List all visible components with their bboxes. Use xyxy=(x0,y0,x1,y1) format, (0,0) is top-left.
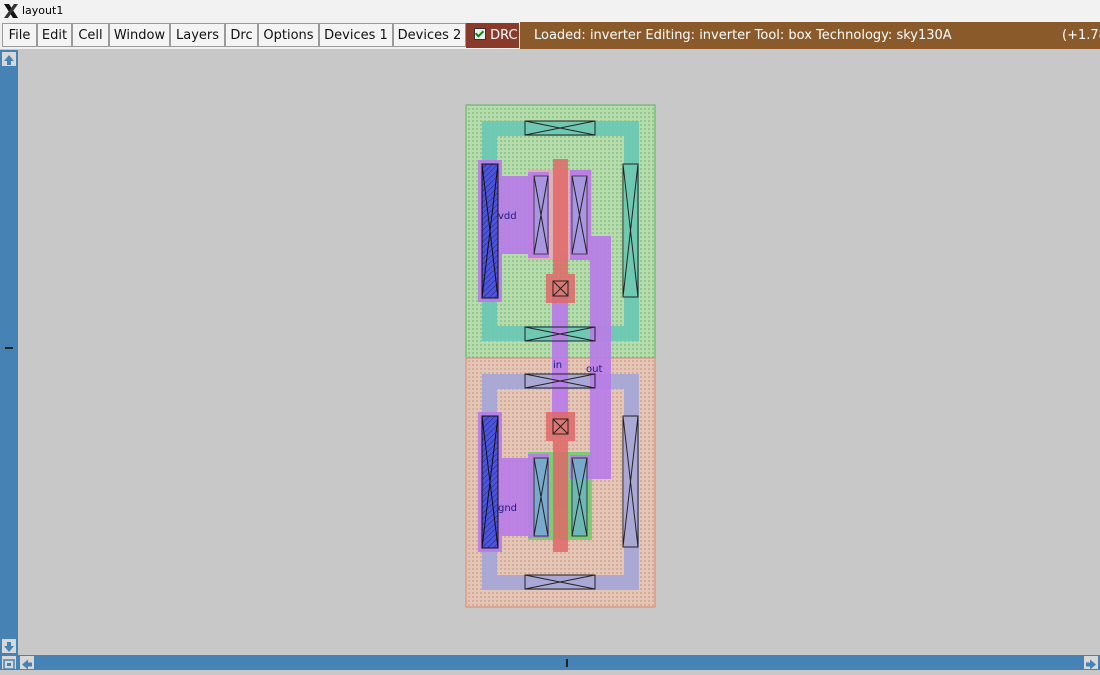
arrow-down-icon xyxy=(4,642,14,652)
label-out: out xyxy=(586,364,602,375)
menu-devices-1[interactable]: Devices 1 xyxy=(319,23,393,47)
vertical-scroll-thumb[interactable] xyxy=(5,347,13,349)
x-window-icon xyxy=(4,4,18,18)
zoom-box-button[interactable] xyxy=(2,656,16,670)
menu-layers[interactable]: Layers xyxy=(170,23,225,47)
horizontal-scroll-thumb[interactable] xyxy=(566,659,568,667)
scroll-down-button[interactable] xyxy=(2,639,16,653)
layout-canvas[interactable]: vdd gnd in out xyxy=(18,50,1100,655)
status-text: Loaded: inverter Editing: inverter Tool:… xyxy=(534,28,952,43)
label-gnd: gnd xyxy=(498,503,517,514)
checkbox-icon xyxy=(474,28,486,40)
horizontal-scrollbar[interactable] xyxy=(0,655,1100,670)
window-title: layout1 xyxy=(22,4,64,17)
menu-options[interactable]: Options xyxy=(258,23,319,47)
coordinate-readout: (+1.78 xyxy=(1062,28,1100,43)
scroll-right-button[interactable] xyxy=(1084,656,1098,670)
zoom-box-icon xyxy=(3,659,15,670)
menu-bar: File Edit Cell Window Layers Drc Options… xyxy=(0,22,1100,49)
drc-toggle-label: DRC xyxy=(490,28,518,43)
drc-toggle-button[interactable]: DRC xyxy=(466,23,519,48)
menu-drc[interactable]: Drc xyxy=(225,23,258,47)
scroll-up-button[interactable] xyxy=(2,52,16,66)
status-bar: Loaded: inverter Editing: inverter Tool:… xyxy=(520,22,1100,49)
label-vdd: vdd xyxy=(498,211,517,222)
scroll-left-button[interactable] xyxy=(20,656,34,670)
menu-window[interactable]: Window xyxy=(109,23,170,47)
arrow-right-icon xyxy=(1086,659,1096,670)
menu-cell[interactable]: Cell xyxy=(72,23,109,47)
arrow-left-icon xyxy=(22,659,32,670)
inverter-layout-drawing[interactable]: vdd gnd in out xyxy=(18,50,1100,655)
arrow-up-icon xyxy=(4,55,14,65)
window-titlebar: layout1 xyxy=(0,0,1100,22)
label-in: in xyxy=(553,360,562,371)
menu-devices-2[interactable]: Devices 2 xyxy=(393,23,466,47)
vertical-scrollbar[interactable] xyxy=(0,50,18,655)
menu-file[interactable]: File xyxy=(2,23,37,47)
menu-edit[interactable]: Edit xyxy=(37,23,72,47)
